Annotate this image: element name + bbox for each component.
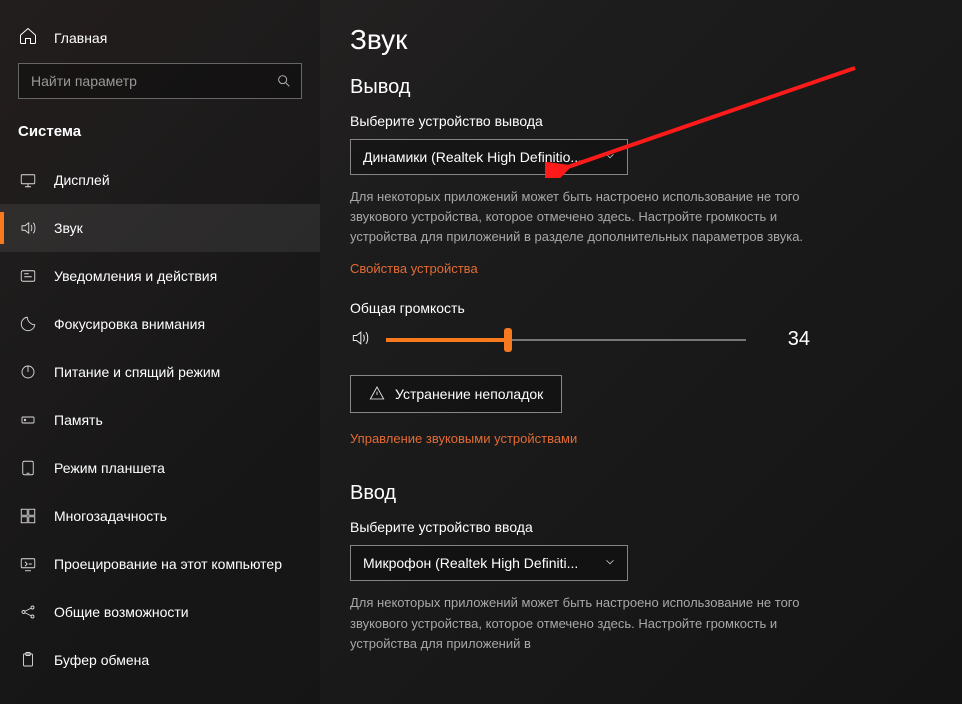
- page-title: Звук: [350, 24, 926, 56]
- display-icon: [18, 171, 38, 189]
- home-label: Главная: [54, 30, 107, 46]
- slider-thumb[interactable]: [504, 328, 512, 352]
- sidebar-item-label: Режим планшета: [54, 460, 165, 476]
- sidebar-item-power[interactable]: Питание и спящий режим: [0, 348, 320, 396]
- sidebar-item-label: Звук: [54, 220, 83, 236]
- multitask-icon: [18, 507, 38, 525]
- volume-label: Общая громкость: [350, 300, 926, 316]
- clipboard-icon: [18, 651, 38, 669]
- home-icon: [18, 26, 38, 49]
- troubleshoot-label: Устранение неполадок: [395, 386, 543, 402]
- main-content: Звук Вывод Выберите устройство вывода Ди…: [320, 0, 962, 704]
- sidebar-item-label: Проецирование на этот компьютер: [54, 556, 282, 572]
- output-heading: Вывод: [350, 76, 926, 99]
- volume-icon: [350, 328, 370, 351]
- volume-value: 34: [762, 328, 810, 351]
- manage-sound-devices-link[interactable]: Управление звуковыми устройствами: [350, 431, 577, 446]
- sidebar-item-projecting[interactable]: Проецирование на этот компьютер: [0, 540, 320, 588]
- output-help-text: Для некоторых приложений может быть наст…: [350, 187, 810, 247]
- sidebar-item-focus[interactable]: Фокусировка внимания: [0, 300, 320, 348]
- sidebar-item-shared[interactable]: Общие возможности: [0, 588, 320, 636]
- search-input[interactable]: [19, 73, 267, 89]
- sidebar-item-label: Дисплей: [54, 172, 110, 188]
- output-device-value: Динамики (Realtek High Definitio...: [363, 149, 582, 165]
- sidebar-item-label: Память: [54, 412, 103, 428]
- sidebar-item-notifications[interactable]: Уведомления и действия: [0, 252, 320, 300]
- sidebar-item-storage[interactable]: Память: [0, 396, 320, 444]
- sidebar-section-title: Система: [0, 117, 320, 156]
- sidebar-item-label: Фокусировка внимания: [54, 316, 205, 332]
- focus-icon: [18, 315, 38, 333]
- tablet-icon: [18, 459, 38, 477]
- sidebar-item-label: Буфер обмена: [54, 652, 149, 668]
- sidebar-item-label: Уведомления и действия: [54, 268, 217, 284]
- search-icon: [267, 73, 301, 89]
- sidebar-item-multitask[interactable]: Многозадачность: [0, 492, 320, 540]
- troubleshoot-button[interactable]: Устранение неполадок: [350, 375, 562, 413]
- chevron-down-icon: [603, 555, 617, 572]
- input-select-label: Выберите устройство ввода: [350, 519, 926, 535]
- sidebar-item-clipboard[interactable]: Буфер обмена: [0, 636, 320, 684]
- power-icon: [18, 363, 38, 381]
- input-heading: Ввод: [350, 482, 926, 505]
- output-device-dropdown[interactable]: Динамики (Realtek High Definitio...: [350, 139, 628, 175]
- search-box[interactable]: [18, 63, 302, 99]
- warning-icon: [369, 385, 385, 404]
- volume-slider[interactable]: [386, 330, 746, 350]
- sidebar-item-tablet[interactable]: Режим планшета: [0, 444, 320, 492]
- input-device-value: Микрофон (Realtek High Definiti...: [363, 555, 578, 571]
- input-help-text: Для некоторых приложений может быть наст…: [350, 593, 810, 653]
- sidebar-item-label: Многозадачность: [54, 508, 167, 524]
- sidebar-item-label: Общие возможности: [54, 604, 189, 620]
- sidebar-item-sound[interactable]: Звук: [0, 204, 320, 252]
- input-device-dropdown[interactable]: Микрофон (Realtek High Definiti...: [350, 545, 628, 581]
- notifications-icon: [18, 267, 38, 285]
- output-select-label: Выберите устройство вывода: [350, 113, 926, 129]
- device-properties-link[interactable]: Свойства устройства: [350, 261, 478, 276]
- chevron-down-icon: [603, 149, 617, 166]
- sidebar-nav: Дисплей Звук Уведомления и действия Фоку…: [0, 156, 320, 684]
- storage-icon: [18, 411, 38, 429]
- shared-icon: [18, 603, 38, 621]
- slider-fill: [386, 338, 508, 342]
- sidebar-item-display[interactable]: Дисплей: [0, 156, 320, 204]
- sidebar: Главная Система Дисплей Звук Уведом: [0, 0, 320, 704]
- projecting-icon: [18, 555, 38, 573]
- sidebar-item-label: Питание и спящий режим: [54, 364, 220, 380]
- sound-icon: [18, 219, 38, 237]
- home-link[interactable]: Главная: [0, 18, 320, 63]
